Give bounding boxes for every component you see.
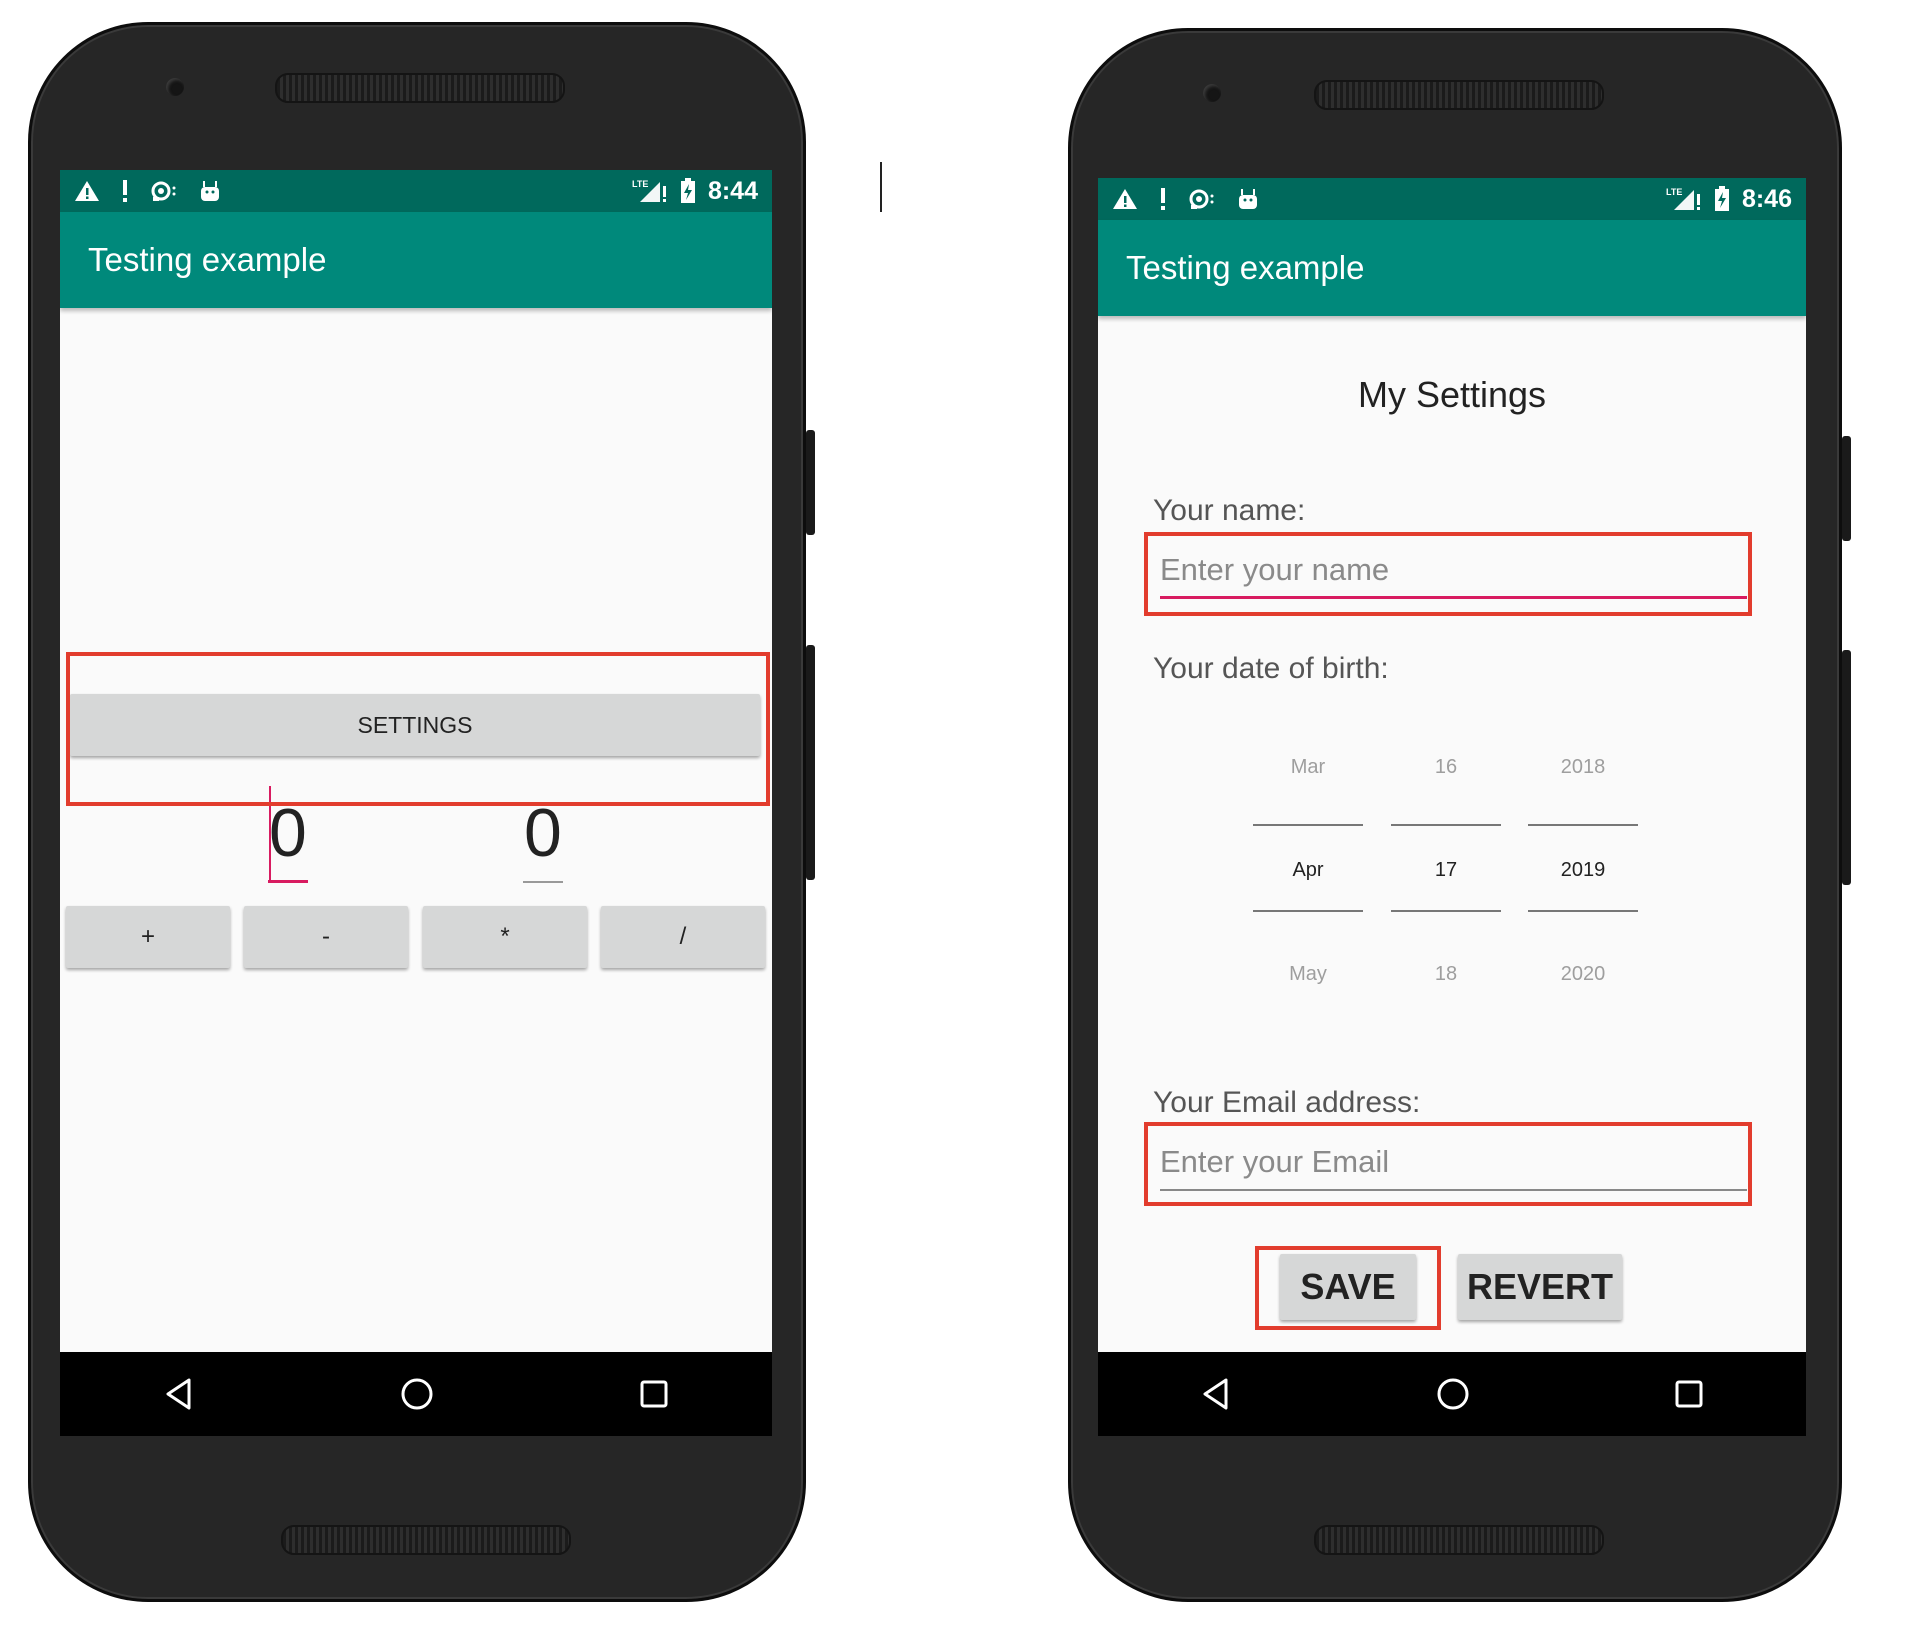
day-prev[interactable]: 16 (1391, 756, 1501, 779)
day-divider-bottom (1391, 910, 1501, 912)
battery-charging-icon (1714, 186, 1729, 211)
svg-text:LTE: LTE (632, 179, 648, 189)
divide-button-label: / (679, 923, 687, 950)
alert-icon (123, 180, 127, 202)
day-next[interactable]: 18 (1391, 963, 1501, 986)
status-bar: LTE 8:46 (1098, 178, 1806, 220)
recents-icon[interactable] (639, 1379, 669, 1409)
year-divider-top (1528, 824, 1638, 826)
subtract-button[interactable]: - (244, 906, 408, 968)
top-speaker (1314, 80, 1604, 110)
android-debug-icon (1239, 189, 1257, 209)
month-selected[interactable]: Apr (1253, 859, 1363, 882)
divide-button[interactable]: / (601, 906, 765, 968)
month-next[interactable]: May (1253, 963, 1363, 986)
left-phone-power-key[interactable] (806, 430, 815, 535)
android-debug-icon (201, 181, 219, 201)
back-icon[interactable] (1200, 1377, 1232, 1411)
back-icon[interactable] (163, 1377, 195, 1411)
page-title: My Settings (1357, 374, 1547, 415)
right-phone-screen: LTE 8:46 Testing example My Settings You… (1098, 178, 1806, 1436)
home-icon[interactable] (400, 1377, 434, 1411)
multiply-button[interactable]: * (423, 906, 587, 968)
warning-icon (75, 181, 99, 201)
month-prev[interactable]: Mar (1253, 756, 1363, 779)
email-field-highlight-box (1144, 1122, 1752, 1206)
status-time: 8:44 (707, 176, 758, 205)
recents-icon[interactable] (1674, 1379, 1704, 1409)
status-time: 8:46 (1741, 184, 1792, 213)
front-camera (1203, 84, 1221, 102)
right-phone-power-key[interactable] (1842, 436, 1851, 541)
day-divider-top (1391, 824, 1501, 826)
navigation-bar (1098, 1352, 1806, 1436)
home-icon[interactable] (1436, 1377, 1470, 1411)
multiply-button-label: * (500, 923, 510, 950)
sync-icon (1189, 189, 1214, 209)
app-bar: Testing example (1098, 220, 1806, 316)
battery-charging-icon (680, 178, 695, 203)
navigation-bar (60, 1352, 772, 1436)
name-label: Your name: (1153, 494, 1306, 527)
day-selected[interactable]: 17 (1391, 859, 1501, 882)
subtract-button-label: - (322, 923, 330, 950)
bottom-speaker (281, 1525, 571, 1555)
app-bar-title: Testing example (88, 241, 327, 278)
warning-icon (1113, 189, 1137, 209)
month-divider-bottom (1253, 910, 1363, 912)
add-button-label: + (140, 923, 155, 950)
operand2-underline (523, 881, 563, 883)
left-phone-volume-key[interactable] (806, 645, 815, 880)
save-button-highlight-box (1255, 1246, 1441, 1330)
year-prev[interactable]: 2018 (1528, 756, 1638, 779)
right-phone-volume-key[interactable] (1842, 650, 1851, 885)
top-speaker (275, 73, 565, 103)
revert-button-label: REVERT (1466, 1266, 1614, 1307)
svg-text:LTE: LTE (1666, 187, 1682, 197)
year-divider-bottom (1528, 910, 1638, 912)
sync-icon (151, 181, 176, 201)
alert-icon (1161, 188, 1165, 210)
bottom-speaker (1314, 1525, 1604, 1555)
add-button[interactable]: + (66, 906, 230, 968)
year-next[interactable]: 2020 (1528, 963, 1638, 986)
app-bar-title: Testing example (1126, 249, 1365, 286)
text-cursor-mark (880, 162, 882, 212)
operand1-underline (268, 880, 308, 883)
status-bar: LTE 8:44 (60, 170, 772, 212)
revert-button[interactable]: REVERT (1458, 1254, 1622, 1320)
front-camera (166, 78, 184, 96)
name-field-highlight-box (1144, 532, 1752, 616)
year-selected[interactable]: 2019 (1528, 859, 1638, 882)
email-label: Your Email address: (1153, 1086, 1421, 1119)
lte-signal-icon: LTE (1666, 187, 1700, 210)
dob-label: Your date of birth: (1153, 652, 1389, 685)
month-divider-top (1253, 824, 1363, 826)
app-bar: Testing example (60, 212, 772, 308)
settings-highlight-box (66, 652, 770, 806)
lte-signal-icon: LTE (632, 179, 666, 202)
